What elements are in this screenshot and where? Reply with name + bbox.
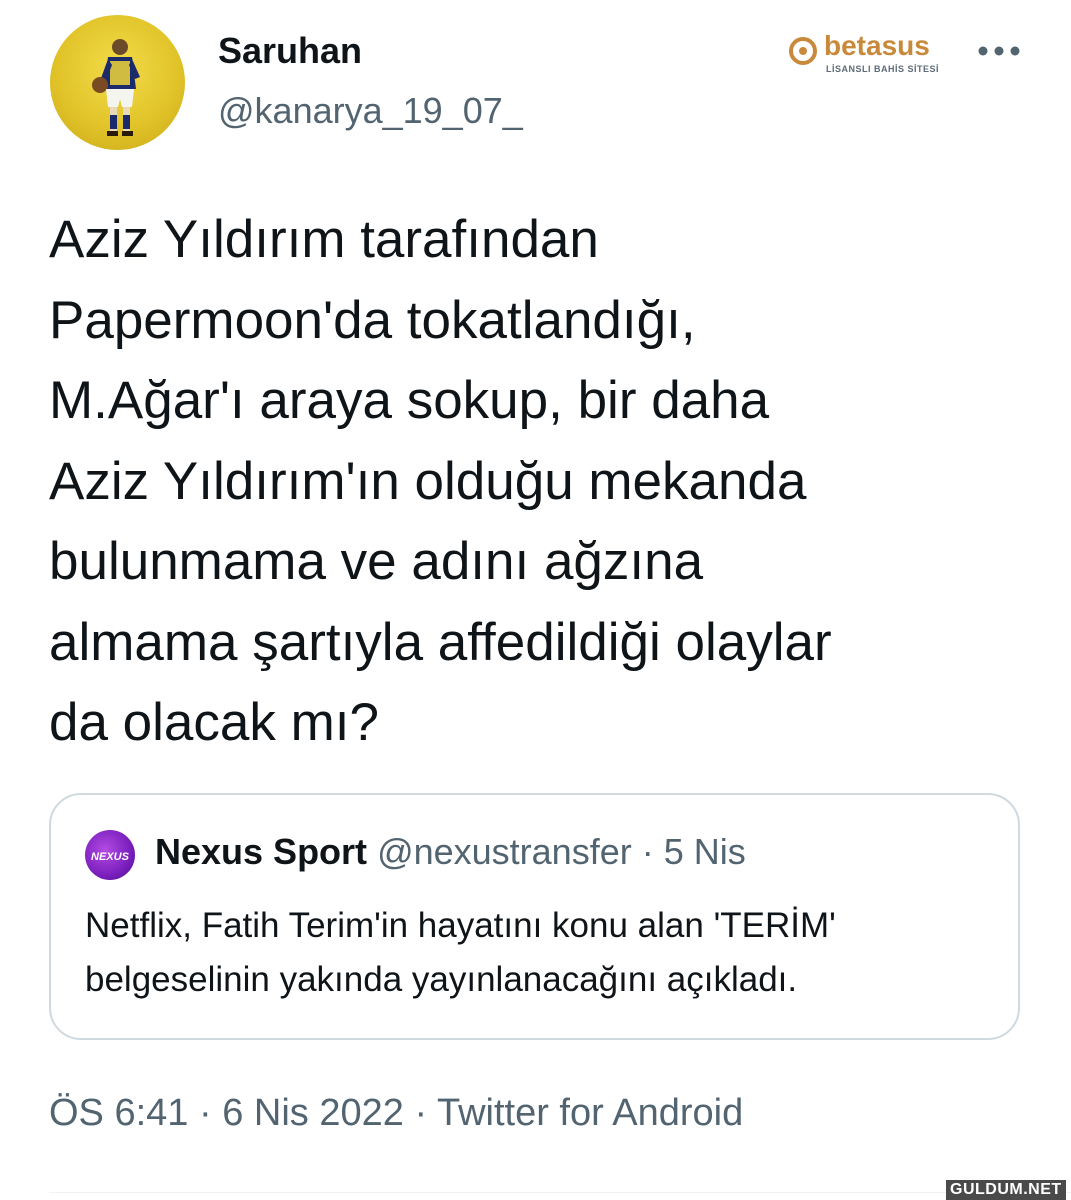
brand-name: betasus (824, 30, 930, 61)
site-watermark: GULDUM.NET (946, 1180, 1066, 1200)
quote-date[interactable]: 5 Nis (664, 831, 746, 872)
meta-separator: · (414, 1092, 428, 1134)
meta-separator: · (198, 1092, 212, 1134)
nexus-logo-icon: NEXUS (91, 851, 130, 863)
tweet-source[interactable]: Twitter for Android (437, 1092, 743, 1134)
brand-ring-icon (789, 37, 817, 65)
quote-display-name[interactable]: Nexus Sport (155, 831, 367, 872)
author-display-name[interactable]: Saruhan (218, 30, 362, 72)
quote-handle[interactable]: @nexustransfer (377, 831, 632, 872)
tweet-text: Aziz Yıldırım tarafından Papermoon'da to… (49, 210, 832, 752)
tweet-time[interactable]: ÖS 6:41 (49, 1092, 188, 1134)
quote-header: Nexus Sport @nexustransfer · 5 Nis (155, 831, 746, 873)
quote-avatar-label: NEXUS (91, 851, 130, 863)
tweet-date[interactable]: 6 Nis 2022 (222, 1092, 404, 1134)
brand-tagline: LİSANSLI BAHİS SİTESİ (826, 64, 940, 74)
divider (49, 1192, 1071, 1193)
brand-logo: betasus LİSANSLI BAHİS SİTESİ (788, 30, 953, 78)
footballer-figure-icon (92, 39, 140, 136)
quote-separator: · (641, 831, 654, 872)
tweet-meta: ÖS 6:41 · 6 Nis 2022 · Twitter for Andro… (49, 1092, 743, 1135)
quoted-tweet-card[interactable]: NEXUS Nexus Sport @nexustransfer · 5 Nis… (49, 793, 1020, 1040)
quote-text: Netflix, Fatih Terim'in hayatını konu al… (85, 906, 836, 999)
more-horizontal-icon[interactable] (976, 38, 1022, 64)
quote-avatar[interactable]: NEXUS (85, 830, 135, 880)
author-handle[interactable]: @kanarya_19_07_ (218, 90, 523, 132)
profile-avatar[interactable] (50, 15, 185, 150)
